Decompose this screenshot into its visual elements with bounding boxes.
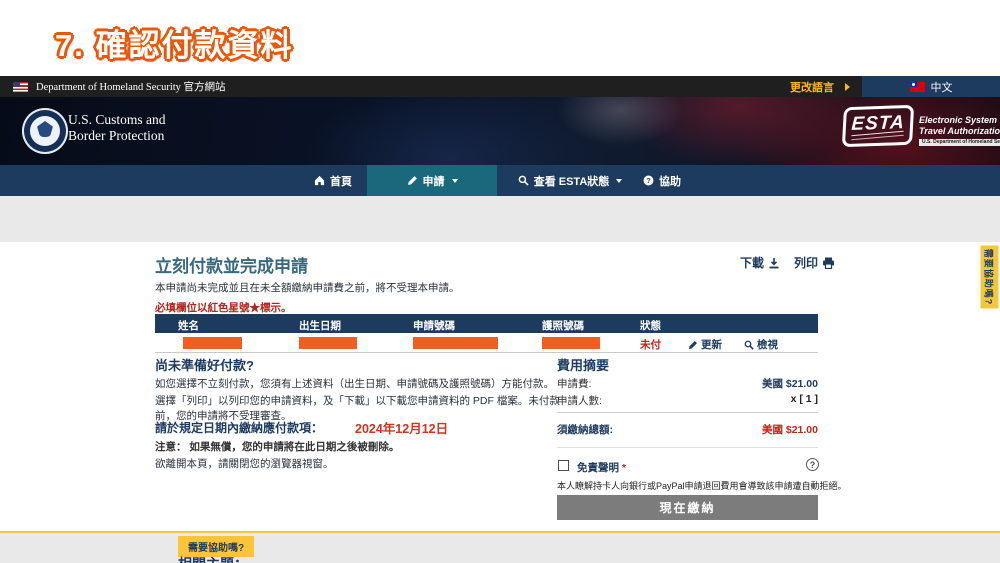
agency-line1: U.S. Customs and — [68, 112, 166, 127]
deletion-note: 注意： 如果無償，您的申請將在此日期之後被刪除。 — [155, 441, 400, 453]
nav-check-status[interactable]: 查看 ESTA狀態 — [510, 165, 630, 196]
taiwan-flag-icon — [909, 81, 925, 92]
pay-now-button[interactable]: 現在繳納 — [557, 495, 818, 520]
application-progress-bar: 免責聲明 申請資料 個人資訊 旅行資料 符合資格問題 審閱申請 付款 — [0, 196, 1000, 432]
due-date-label: 請於規定日期內繳納應付款項： — [155, 421, 324, 435]
col-name: 姓名 — [178, 320, 199, 332]
fee-row-count: 申請人數: x [ 1 ] — [557, 393, 818, 407]
search-icon — [518, 175, 529, 186]
caret-down-icon — [451, 178, 458, 183]
esta-dhs-strip: U.S. Department of Homeland Security ® — [919, 139, 1000, 146]
col-status: 狀態 — [640, 320, 661, 332]
download-link[interactable]: 下載 — [740, 254, 780, 271]
chargeback-note: 本人瞭解持卡人向銀行或PayPal申請退回費用會導致該申請遭自動拒絕。 — [557, 481, 847, 491]
language-selector[interactable]: 中文 — [862, 76, 1000, 97]
required-asterisk: * — [621, 462, 627, 474]
search-icon — [744, 340, 754, 350]
status-badge: 未付 — [640, 339, 661, 351]
agency-name: U.S. Customs and Border Protection — [68, 112, 166, 144]
government-banner: Department of Homeland Security 官方網站 更改語… — [0, 76, 1000, 97]
agency-line2: Border Protection — [68, 128, 165, 143]
fee-row-total: 須繳納總額: 美國 $21.00 — [557, 424, 818, 436]
caret-right-icon — [845, 83, 850, 91]
disclaimer-checkbox[interactable] — [558, 460, 569, 471]
svg-text:?: ? — [646, 176, 651, 185]
required-fields-note: 必填欄位以紅色星號★標示。 — [155, 302, 292, 314]
footer-area: 需要協助嗎? 相關主題： — [0, 533, 1000, 563]
fee-row-application: 申請費: 美國 $21.00 — [557, 378, 818, 390]
fee-summary-heading: 費用摘要 — [557, 358, 610, 373]
fee-divider — [557, 412, 818, 413]
tutorial-step-title: 7. 確認付款資料 — [55, 28, 294, 63]
question-icon: ? — [643, 175, 654, 186]
redacted-dob — [299, 337, 357, 349]
nav-help[interactable]: ? 協助 — [632, 165, 692, 196]
download-icon — [769, 257, 779, 268]
main-navigation: 首頁 申請 查看 ESTA狀態 ? 協助 — [0, 165, 1000, 196]
due-date-value: 2024年12月12日 — [355, 422, 449, 436]
eagle-emblem — [37, 121, 53, 137]
nav-apply[interactable]: 申請 — [367, 165, 497, 196]
home-icon — [314, 175, 325, 186]
esta-logo: ESTA Electronic System for Travel Author… — [841, 104, 1000, 148]
pencil-icon — [689, 340, 697, 349]
printer-icon — [823, 257, 835, 269]
applicant-table-row: 未付 更新 檢視 — [155, 333, 818, 353]
not-ready-p1: 如您選擇不立刻付款，您須有上述資料（出生日期、申請號碼及護照號碼）方能付款。 — [155, 378, 554, 390]
col-passport-number: 護照號碼 — [542, 320, 584, 332]
cbp-seal-logo — [22, 108, 68, 154]
current-language-label: 中文 — [930, 81, 953, 94]
caret-down-icon — [616, 178, 623, 183]
esta-monitor-icon: ESTA — [841, 104, 915, 148]
main-content: 立刻付款並完成申請 下載 列印 本申請尚未完成並且在未全額繳納申請費之前，將不受… — [0, 242, 1000, 531]
help-question-icon[interactable]: ? — [806, 458, 819, 471]
esta-payment-page: 7. 確認付款資料 Department of Homeland Securit… — [0, 0, 1000, 563]
redacted-passport-number — [542, 337, 600, 349]
esta-tagline: Electronic System for Travel Authorizati… — [919, 115, 1000, 146]
applicant-table-header: 姓名 出生日期 申請號碼 護照號碼 狀態 — [155, 314, 818, 333]
need-help-ribbon[interactable]: 需要協助嗎? — [980, 245, 999, 309]
not-ready-heading: 尚未準備好付款? — [155, 358, 254, 373]
related-topics-heading: 相關主題： — [178, 554, 248, 563]
pencil-icon — [407, 176, 417, 185]
col-application-number: 申請號碼 — [413, 320, 455, 332]
redacted-name — [183, 337, 242, 349]
incomplete-warning-text: 本申請尚未完成並且在未全額繳納申請費之前，將不受理本申請。 — [155, 282, 460, 294]
redacted-application-number — [413, 337, 498, 349]
view-link[interactable]: 檢視 — [744, 337, 778, 352]
official-site-label: Department of Homeland Security 官方網站 — [36, 82, 226, 93]
site-header: U.S. Customs and Border Protection ESTA … — [0, 97, 1000, 165]
nav-home[interactable]: 首頁 — [300, 165, 366, 196]
update-link[interactable]: 更新 — [688, 337, 722, 352]
col-dob: 出生日期 — [299, 320, 341, 332]
print-link[interactable]: 列印 — [794, 254, 835, 271]
page-title: 立刻付款並完成申請 — [155, 257, 308, 276]
leave-page-note: 欲離開本頁，請關閉您的瀏覽器視窗。 — [155, 458, 334, 470]
document-actions: 下載 列印 — [740, 254, 835, 271]
us-flag-icon — [13, 81, 28, 92]
fee-divider — [557, 447, 818, 448]
disclaimer-label: 免責聲明 * — [577, 462, 627, 474]
change-language-link[interactable]: 更改語言 — [790, 79, 834, 95]
